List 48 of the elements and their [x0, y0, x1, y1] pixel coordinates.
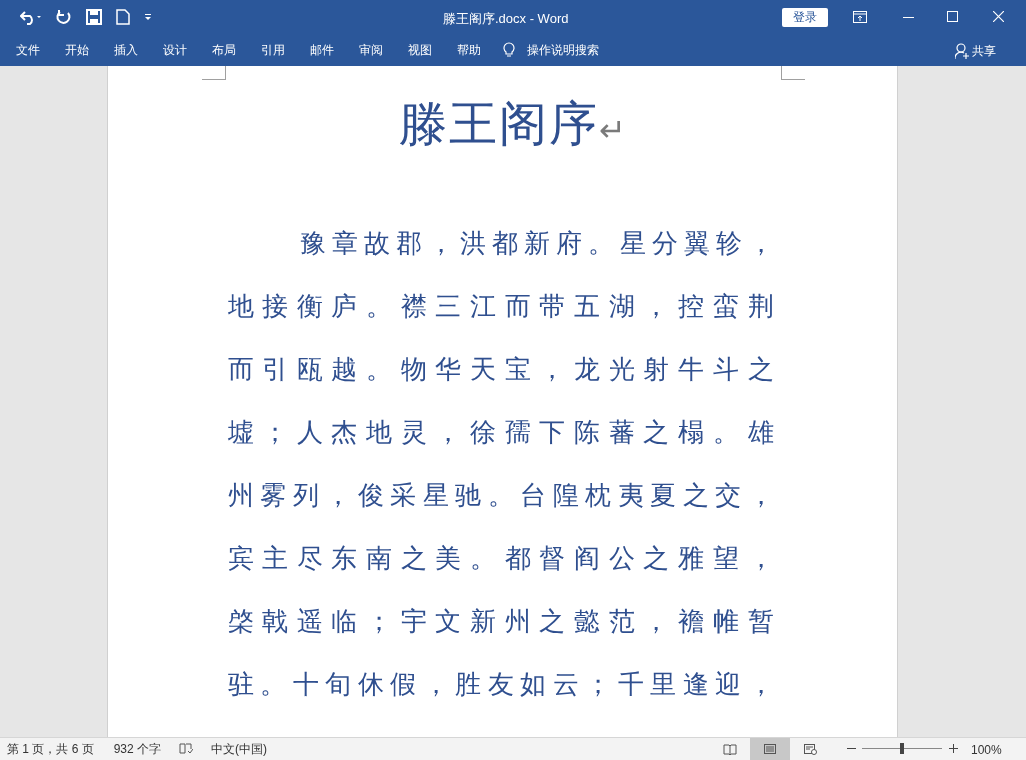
ribbon-tab[interactable]: 审阅	[359, 41, 383, 59]
ribbon-tab[interactable]: 开始	[65, 41, 89, 59]
customize-toolbar-icon[interactable]	[144, 13, 152, 21]
share-button[interactable]: 共享	[955, 42, 996, 60]
ribbon-tab[interactable]: 文件	[16, 41, 40, 59]
zoom-slider[interactable]	[860, 743, 944, 754]
login-button[interactable]: 登录	[782, 8, 828, 27]
ribbon-tab[interactable]: 帮助	[457, 41, 481, 59]
web-layout-icon	[803, 742, 817, 756]
zoom-in-icon[interactable]	[949, 744, 958, 753]
ribbon-tab[interactable]: 插入	[114, 41, 138, 59]
tell-me-search[interactable]: 操作说明搜索	[527, 41, 599, 59]
body-text-line: 地接衡庐。襟三江而带五湖，控蛮荆	[227, 290, 774, 323]
redo-icon[interactable]	[56, 9, 72, 25]
body-text-line: 豫章故郡，洪都新府。星分翼轸，	[299, 227, 774, 260]
person-add-icon	[955, 43, 970, 59]
ribbon-tab[interactable]: 设计	[163, 41, 187, 59]
paragraph-mark: ↵	[598, 111, 626, 150]
view-button[interactable]	[750, 738, 790, 760]
save-icon[interactable]	[86, 9, 102, 25]
ribbon-tab[interactable]: 布局	[212, 41, 236, 59]
lightbulb-icon	[503, 42, 515, 58]
language-indicator[interactable]: 中文(中国)	[211, 740, 268, 758]
maximize-icon[interactable]	[947, 11, 958, 22]
page-count[interactable]: 第 1 页，共 6 页	[7, 740, 94, 758]
body-text-line: 州雾列，俊采星驰。台隍枕夷夏之交，	[227, 479, 774, 512]
new-document-icon[interactable]	[116, 9, 130, 25]
document-title: 滕王阁序	[398, 96, 599, 152]
body-text-line: 驻。十旬休假，胜友如云；千里逢迎，	[227, 668, 774, 701]
undo-icon[interactable]	[20, 9, 42, 25]
word-count[interactable]: 932 个字	[113, 740, 162, 758]
crop-mark	[780, 66, 805, 80]
zoom-slider-thumb[interactable]	[900, 743, 904, 754]
crop-mark	[201, 66, 226, 80]
print-layout-icon	[763, 742, 777, 756]
body-text-line: 宾主尽东南之美。都督阎公之雅望，	[227, 542, 774, 575]
ribbon-display-icon[interactable]	[853, 11, 867, 23]
body-text-line: 棨戟遥临；宇文新州之懿范，襜帷暂	[227, 605, 774, 638]
window-title: 滕王阁序.docx - Word	[443, 10, 569, 28]
ribbon-tab[interactable]: 引用	[261, 41, 285, 59]
body-text-line: 墟；人杰地灵，徐孺下陈蕃之榻。雄	[227, 416, 774, 449]
read-mode-icon	[723, 742, 737, 756]
ribbon-tab[interactable]: 邮件	[310, 41, 334, 59]
ribbon-tab[interactable]: 视图	[408, 41, 432, 59]
proofing-icon[interactable]	[179, 743, 194, 755]
close-icon[interactable]	[993, 11, 1004, 22]
body-text-line: 而引瓯越。物华天宝，龙光射牛斗之	[227, 353, 774, 386]
zoom-level[interactable]: 100%	[971, 741, 1002, 759]
